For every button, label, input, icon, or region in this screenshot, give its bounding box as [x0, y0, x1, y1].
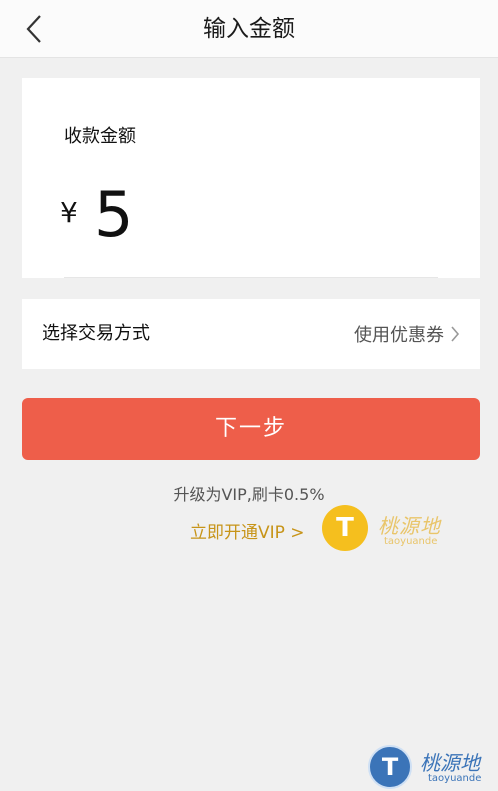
currency-symbol: ¥ — [60, 196, 78, 229]
transaction-method-row[interactable]: 选择交易方式 使用优惠券 — [22, 299, 480, 369]
watermark-name: 桃源地 — [378, 514, 441, 538]
chevron-right-icon — [450, 325, 460, 343]
amount-input[interactable] — [94, 180, 454, 250]
top-bar: 输入金额 — [0, 0, 498, 58]
watermark-logo-letter: T — [336, 513, 354, 543]
watermark-domain: taoyuande — [384, 536, 438, 547]
next-step-button[interactable]: 下一步 — [22, 398, 480, 460]
transaction-method-label: 选择交易方式 — [42, 323, 150, 344]
amount-card: 收款金额 ¥ — [22, 78, 480, 278]
watermark-corner-name: 桃源地 — [420, 751, 480, 775]
page-title: 输入金额 — [203, 16, 295, 42]
open-vip-link[interactable]: 立即开通VIP > — [190, 518, 305, 543]
vip-hint-text: 升级为VIP,刷卡0.5% — [173, 485, 325, 504]
amount-divider — [64, 277, 438, 278]
amount-label: 收款金额 — [64, 126, 136, 147]
coupon-label: 使用优惠券 — [354, 325, 444, 346]
coupon-link[interactable]: 使用优惠券 — [354, 299, 460, 369]
watermark-corner-logo: T — [368, 745, 412, 789]
watermark-corner-letter: T — [381, 753, 399, 781]
watermark-logo: T — [322, 505, 368, 551]
watermark-corner-domain: taoyuande — [428, 773, 482, 784]
